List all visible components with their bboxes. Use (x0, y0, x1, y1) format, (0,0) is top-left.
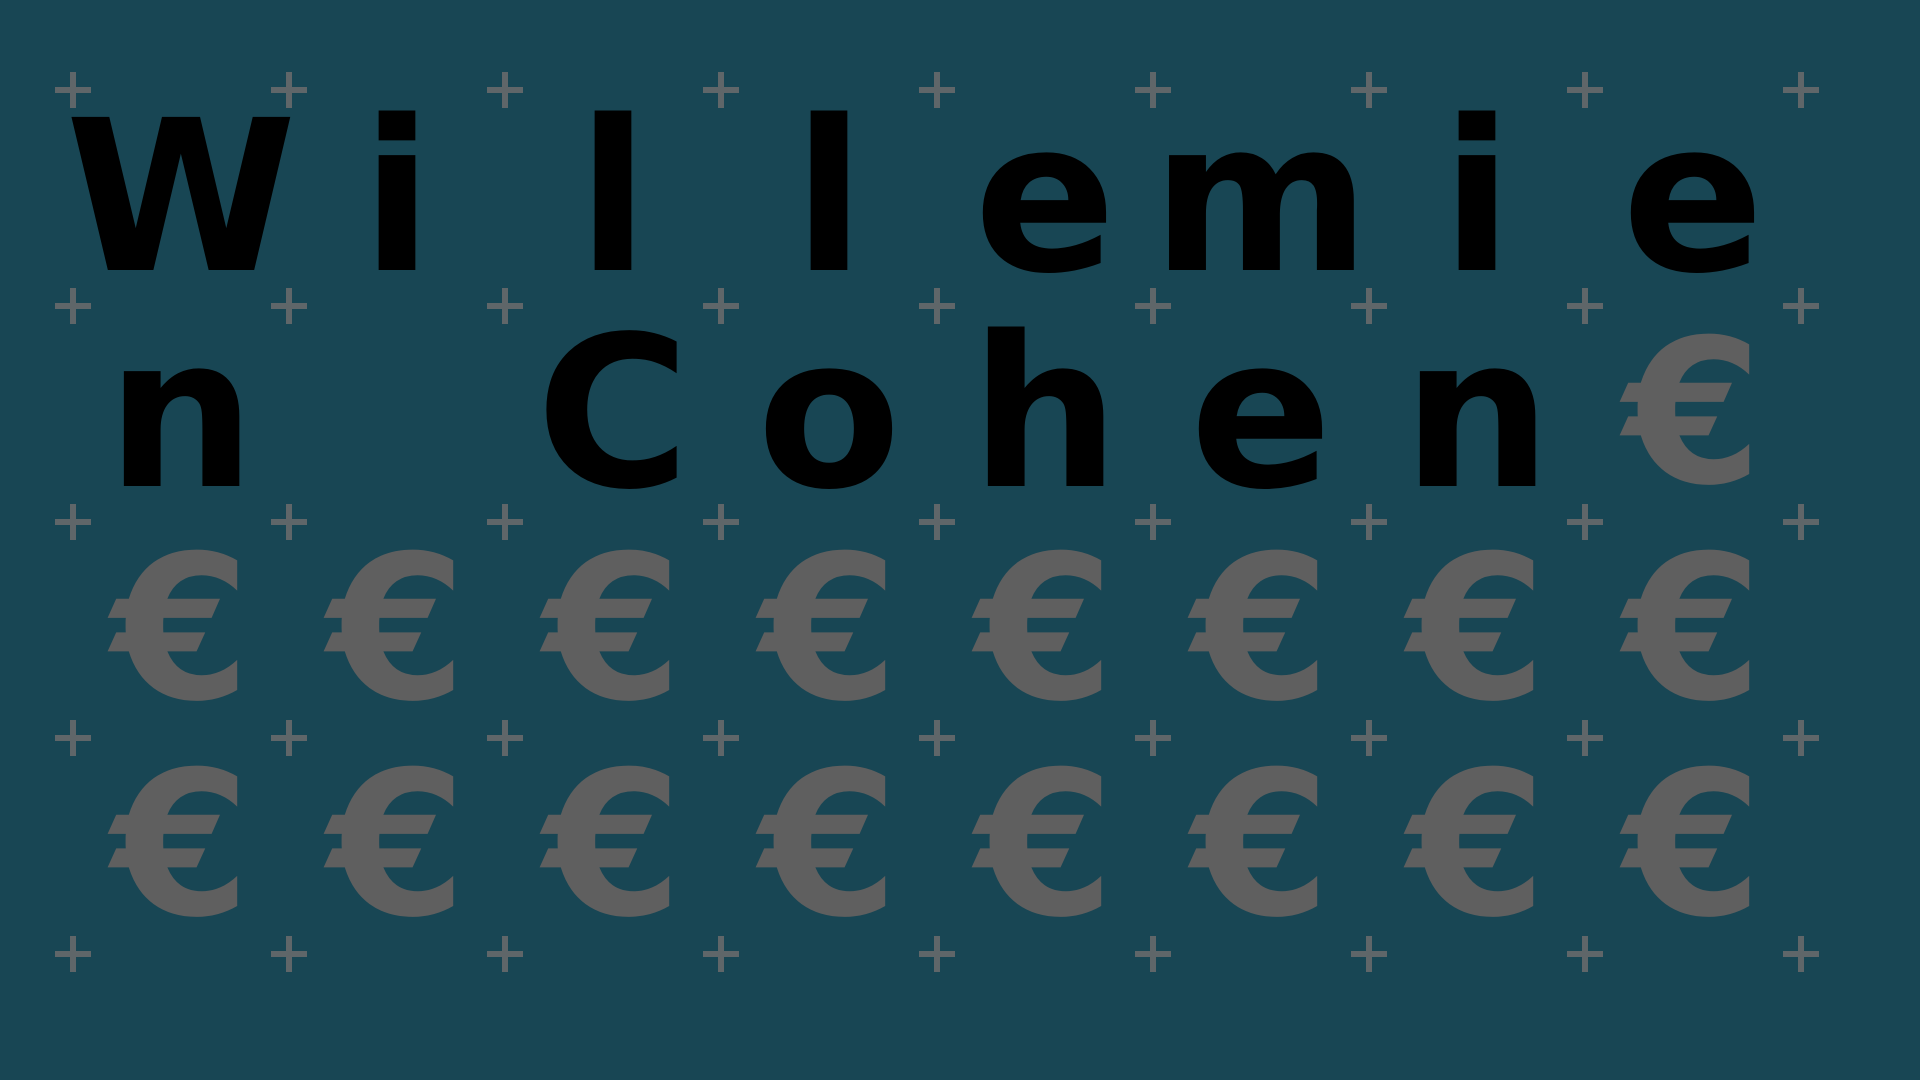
name-letter: W (65, 75, 297, 320)
euro-symbol: € (543, 729, 683, 962)
name-letter: C (535, 291, 691, 536)
euro-symbol: € (759, 513, 899, 746)
name-letter: l (577, 75, 649, 320)
name-letter: o (756, 291, 902, 536)
euro-symbol: € (1623, 297, 1763, 530)
name-letter: e (1621, 75, 1765, 320)
euro-symbol: € (1407, 729, 1547, 962)
name-letter: l (793, 75, 865, 320)
euro-symbol: € (1623, 729, 1763, 962)
euro-symbol: € (1191, 729, 1331, 962)
euro-symbol: € (1191, 513, 1331, 746)
euro-symbol: € (1407, 513, 1547, 746)
euro-symbol: € (543, 513, 683, 746)
euro-symbol: € (327, 729, 467, 962)
name-letter: n (106, 291, 256, 536)
name-letter (297, 314, 497, 514)
euro-symbol: € (327, 513, 467, 746)
euro-symbol: € (111, 513, 251, 746)
name-letter: m (1151, 75, 1371, 320)
name-letter: n (1402, 291, 1552, 536)
name-poster: Willemien Co h e n € € € € € € € € € € € € € € € € € (0, 0, 1920, 1080)
name-letter: e (973, 75, 1117, 320)
name-letter: i (361, 75, 433, 320)
euro-symbol: € (975, 729, 1115, 962)
euro-symbol: € (111, 729, 251, 962)
name-letter: i (1441, 75, 1513, 320)
euro-symbol: € (975, 513, 1115, 746)
euro-symbol: € (759, 729, 899, 962)
name-letter: e (1189, 291, 1333, 536)
name-letter: h (970, 291, 1120, 536)
euro-symbol: € (1623, 513, 1763, 746)
